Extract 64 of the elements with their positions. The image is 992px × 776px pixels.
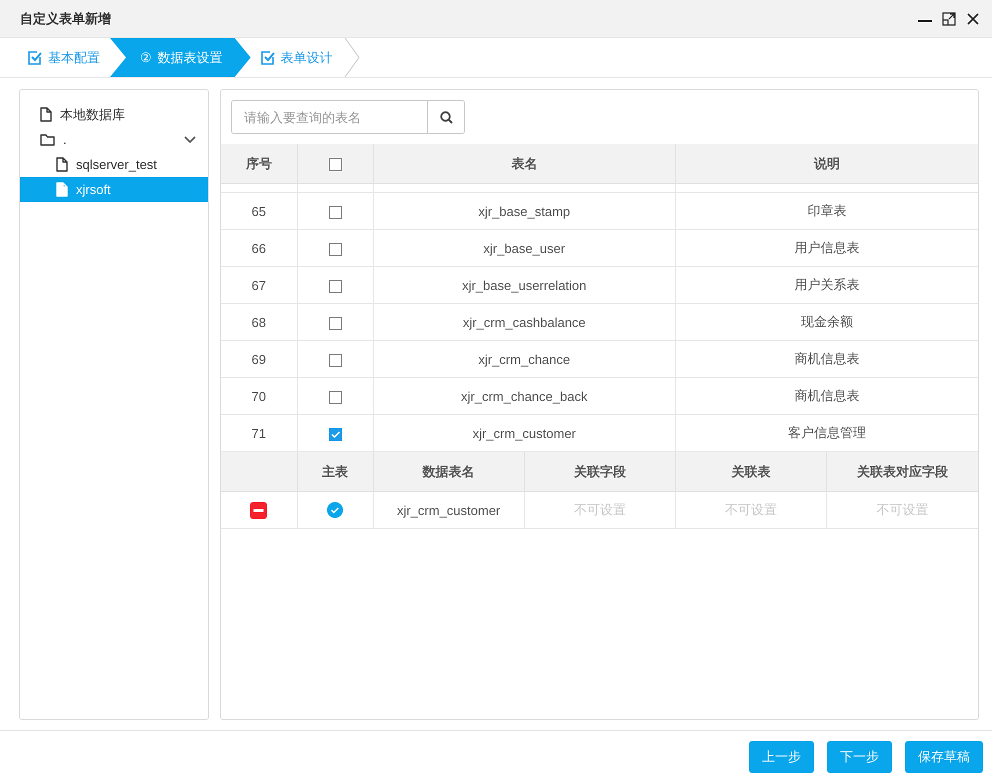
column-header: 序号 <box>221 144 297 184</box>
step-tab[interactable]: 基本配置 <box>0 38 100 77</box>
tree-item[interactable]: 本地数据库 <box>20 102 208 127</box>
checkbox[interactable] <box>328 428 342 441</box>
table-cell: 用户关系表 <box>676 266 978 304</box>
checkbox[interactable] <box>328 354 342 367</box>
tree-label: 本地数据库 <box>60 106 126 124</box>
table-cell: 印章表 <box>676 192 978 230</box>
action-button[interactable]: 下一步 <box>827 741 892 773</box>
checkbox[interactable] <box>328 390 342 404</box>
column-header: 关联表 <box>676 452 827 492</box>
table-cell: 用户信息表 <box>676 230 978 266</box>
table-cell: xjr_base_stamp <box>373 192 676 230</box>
maximize-icon[interactable] <box>942 12 956 26</box>
table-cell: xjr_crm_cashbalance <box>373 304 676 340</box>
remove-icon[interactable] <box>250 502 268 519</box>
column-header: 表名 <box>373 144 676 184</box>
folder-icon <box>40 134 55 146</box>
tree-item[interactable]: . <box>20 127 208 152</box>
checkbox-icon <box>28 50 42 64</box>
column-header: 关联字段 <box>524 452 676 492</box>
table-cell: 商机信息表 <box>676 378 978 414</box>
search-icon <box>440 110 452 124</box>
close-icon[interactable] <box>966 12 980 26</box>
checkbox[interactable] <box>328 280 342 293</box>
tree-label: xjrsoft <box>76 182 112 197</box>
step-number: ② <box>140 50 152 66</box>
table-cell: 70 <box>221 378 297 414</box>
table-cell: 67 <box>221 266 297 304</box>
column-header: 主表 <box>297 452 373 492</box>
table-cell: 商机信息表 <box>676 340 978 378</box>
window-title: 自定义表单新增 <box>20 10 112 28</box>
file-icon <box>40 107 52 122</box>
table-cell: xjr_base_user <box>373 230 676 266</box>
table-cell: 66 <box>221 230 297 266</box>
checkbox-icon <box>260 50 275 64</box>
tree-label: sqlserver_test <box>76 157 158 172</box>
tree-item[interactable]: xjrsoft <box>20 177 208 202</box>
checkbox[interactable] <box>328 158 342 172</box>
step-tab[interactable]: ② 数据表设置 <box>110 38 251 77</box>
table-cell: xjr_crm_customer <box>373 492 524 528</box>
table-cell: xjr_crm_chance_back <box>373 378 676 414</box>
file-icon <box>56 182 68 197</box>
tree-label: . <box>63 132 68 147</box>
table-cell: xjr_base_userrelation <box>373 266 676 304</box>
table-cell: 65 <box>221 192 297 230</box>
checkbox[interactable] <box>328 316 342 330</box>
chevron-icon <box>342 38 361 77</box>
column-header: 说明 <box>676 144 978 184</box>
search-button[interactable] <box>427 100 465 134</box>
column-header: 关联表对应字段 <box>826 452 978 492</box>
action-button[interactable]: 保存草稿 <box>905 741 983 773</box>
table-cell: xjr_crm_chance <box>373 340 676 378</box>
column-header: 数据表名 <box>373 452 524 492</box>
checkbox[interactable] <box>328 242 342 256</box>
search-field[interactable]: 请输入要查询的表名 <box>231 100 427 134</box>
tree-item[interactable]: sqlserver_test <box>20 152 208 177</box>
table-cell: 69 <box>221 340 297 378</box>
file-icon <box>56 157 68 172</box>
checkbox[interactable] <box>328 206 342 219</box>
step-tab[interactable]: 表单设计 <box>250 38 361 77</box>
action-button[interactable]: 上一步 <box>749 741 814 773</box>
table-cell: 现金余额 <box>676 304 978 340</box>
table-cell: 68 <box>221 304 297 340</box>
